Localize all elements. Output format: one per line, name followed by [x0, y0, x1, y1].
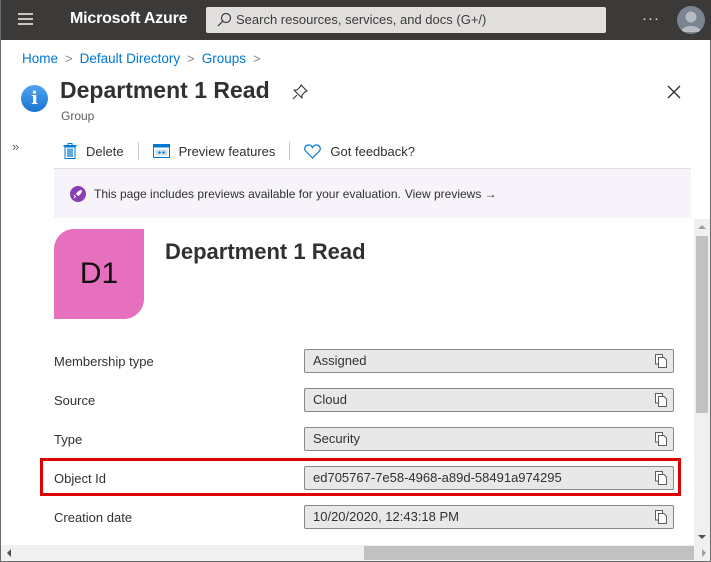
heart-icon	[304, 143, 322, 159]
breadcrumb: Home > Default Directory > Groups >	[22, 51, 268, 66]
copy-icon[interactable]	[655, 432, 667, 446]
copy-icon[interactable]	[655, 510, 667, 524]
vertical-scrollbar[interactable]	[694, 219, 710, 545]
group-avatar: D1	[54, 229, 144, 319]
user-avatar-icon[interactable]	[677, 6, 705, 34]
breadcrumb-default-directory[interactable]: Default Directory	[80, 51, 181, 66]
type-field[interactable]: Security	[304, 427, 674, 451]
membership-type-field[interactable]: Assigned	[304, 349, 674, 373]
preview-features-label: Preview features	[178, 143, 276, 159]
info-icon: i	[21, 85, 48, 112]
horizontal-scrollbar[interactable]	[1, 545, 710, 561]
pin-icon[interactable]	[292, 84, 308, 100]
search-input[interactable]: Search resources, services, and docs (G+…	[206, 7, 606, 33]
search-placeholder: Search resources, services, and docs (G+…	[236, 12, 487, 27]
object-id-field[interactable]: ed705767-7e58-4968-a89d-58491a974295	[304, 466, 674, 490]
breadcrumb-separator: >	[253, 51, 261, 66]
page-title: Department 1 Read	[60, 77, 270, 103]
search-icon	[217, 12, 232, 27]
source-field[interactable]: Cloud	[304, 388, 674, 412]
trash-icon	[63, 143, 77, 159]
vertical-scroll-thumb[interactable]	[696, 236, 708, 413]
banner-text: This page includes previews available fo…	[94, 186, 401, 201]
type-value: Security	[313, 431, 360, 446]
breadcrumb-groups[interactable]: Groups	[202, 51, 246, 66]
creation-date-label: Creation date	[54, 510, 133, 525]
toolbar-divider	[289, 142, 291, 160]
delete-label: Delete	[86, 143, 124, 159]
scroll-right-arrow-icon[interactable]	[702, 549, 706, 557]
scroll-up-arrow-icon[interactable]	[698, 225, 706, 229]
preview-banner: This page includes previews available fo…	[54, 169, 691, 218]
object-id-label: Object Id	[54, 471, 107, 486]
expand-menu-icon[interactable]: »	[12, 139, 19, 154]
breadcrumb-separator: >	[187, 51, 195, 66]
copy-icon[interactable]	[655, 354, 667, 368]
hamburger-icon[interactable]	[18, 13, 33, 26]
feedback-button[interactable]: Got feedback?	[296, 144, 423, 159]
close-icon[interactable]	[666, 84, 682, 100]
copy-icon[interactable]	[655, 471, 667, 485]
brand-title[interactable]: Microsoft Azure	[70, 10, 188, 28]
horizontal-scroll-thumb[interactable]	[364, 546, 694, 560]
group-name: Department 1 Read	[165, 239, 366, 264]
type-label: Type	[54, 432, 83, 447]
creation-date-field[interactable]: 10/20/2020, 12:43:18 PM	[304, 505, 674, 529]
preview-features-icon	[152, 144, 170, 158]
source-label: Source	[54, 393, 96, 408]
scroll-left-arrow-icon[interactable]	[7, 549, 11, 557]
delete-button[interactable]: Delete	[55, 143, 132, 159]
scroll-down-arrow-icon[interactable]	[698, 535, 706, 539]
creation-date-value: 10/20/2020, 12:43:18 PM	[313, 509, 460, 524]
preview-features-button[interactable]: Preview features	[145, 144, 284, 159]
page-subtitle: Group	[61, 109, 95, 123]
more-options-button[interactable]: ···	[642, 10, 660, 27]
breadcrumb-separator: >	[65, 51, 73, 66]
view-previews-link[interactable]: View previews →	[405, 187, 497, 201]
feedback-label: Got feedback?	[330, 143, 415, 159]
command-bar: Delete Preview features Got feedback?	[55, 138, 423, 164]
membership-type-label: Membership type	[54, 354, 154, 369]
membership-type-value: Assigned	[313, 353, 367, 368]
toolbar-divider	[137, 142, 139, 160]
copy-icon[interactable]	[655, 393, 667, 407]
breadcrumb-home[interactable]: Home	[22, 51, 58, 66]
azure-portal-window: Microsoft Azure Search resources, servic…	[0, 0, 711, 562]
top-bar: Microsoft Azure Search resources, servic…	[1, 0, 711, 40]
source-value: Cloud	[313, 392, 347, 407]
rocket-icon	[70, 185, 86, 202]
object-id-value: ed705767-7e58-4968-a89d-58491a974295	[313, 470, 562, 485]
